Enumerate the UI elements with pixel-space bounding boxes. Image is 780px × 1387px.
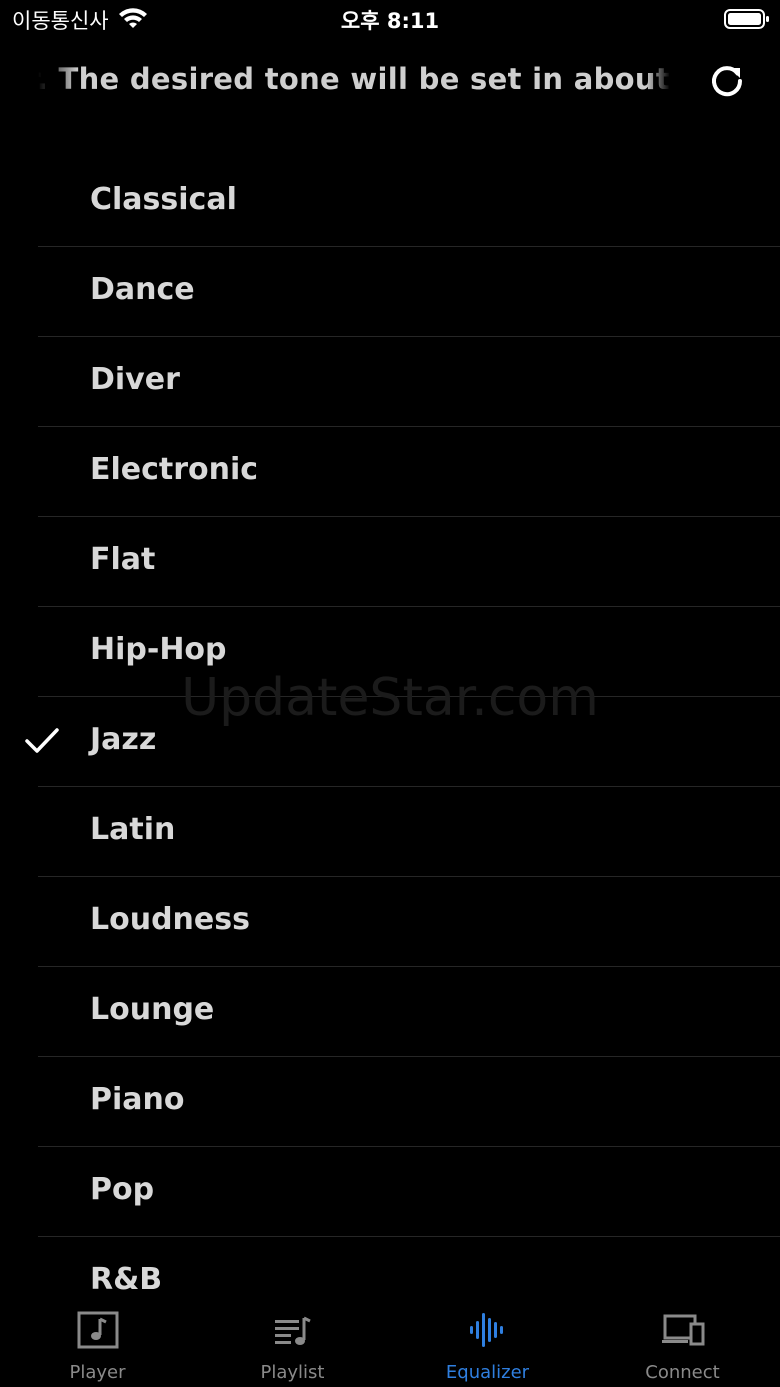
status-bar: 이동통신사 오후 8:11	[0, 0, 780, 40]
refresh-icon	[712, 66, 743, 97]
battery-icon	[724, 9, 769, 29]
preset-item[interactable]: Latin	[0, 787, 780, 877]
preset-label: Lounge	[90, 992, 215, 1027]
preset-item[interactable]: Hip-Hop	[0, 607, 780, 697]
preset-item[interactable]: Lounge	[0, 967, 780, 1057]
preset-label: Latin	[90, 812, 176, 847]
refresh-button[interactable]	[706, 60, 748, 102]
preset-label: Flat	[90, 542, 156, 577]
tab-connect[interactable]: Connect	[585, 1296, 780, 1387]
status-time: 오후 8:11	[340, 9, 440, 33]
preset-label: R&B	[90, 1262, 163, 1297]
preset-item[interactable]: Jazz	[0, 697, 780, 787]
devices-icon	[662, 1314, 705, 1346]
tab-playlist[interactable]: Playlist	[195, 1296, 390, 1387]
music-note-icon	[77, 1311, 119, 1349]
marquee-fade-left	[38, 60, 78, 104]
preset-list: Classical Dance Diver Electronic Flat Hip-Hop…	[0, 157, 780, 1327]
info-marquee-text: ualizer. The desired tone will be set in…	[38, 62, 670, 96]
tab-connect-label: Connect	[645, 1362, 720, 1383]
playlist-icon	[275, 1316, 311, 1345]
preset-label: Loudness	[90, 902, 250, 937]
preset-item[interactable]: Flat	[0, 517, 780, 607]
equalizer-header: ualizer. The desired tone will be set in…	[0, 50, 780, 120]
tab-playlist-label: Playlist	[260, 1362, 325, 1383]
info-marquee: ualizer. The desired tone will be set in…	[38, 60, 670, 104]
checkmark-icon	[25, 728, 59, 753]
tab-bar: Player Playlist Equalizer Connect	[0, 1296, 780, 1387]
preset-item[interactable]: Classical	[0, 157, 780, 247]
preset-label: Electronic	[90, 452, 259, 487]
tab-equalizer-label: Equalizer	[445, 1362, 530, 1383]
preset-label: Dance	[90, 272, 195, 307]
preset-item[interactable]: Loudness	[0, 877, 780, 967]
preset-item[interactable]: Electronic	[0, 427, 780, 517]
preset-label: Jazz	[90, 722, 157, 757]
preset-label: Classical	[90, 182, 237, 217]
preset-item[interactable]: Dance	[0, 247, 780, 337]
preset-label: Diver	[90, 362, 180, 397]
tab-player[interactable]: Player	[0, 1296, 195, 1387]
marquee-fade-right	[646, 60, 670, 104]
tab-player-label: Player	[69, 1362, 126, 1383]
preset-item[interactable]: Pop	[0, 1147, 780, 1237]
preset-label: Piano	[90, 1082, 185, 1117]
tab-equalizer[interactable]: Equalizer	[390, 1296, 585, 1387]
waveform-icon	[470, 1313, 503, 1347]
preset-item[interactable]: Diver	[0, 337, 780, 427]
preset-label: Hip-Hop	[90, 632, 227, 667]
preset-label: Pop	[90, 1172, 155, 1207]
preset-item[interactable]: Piano	[0, 1057, 780, 1147]
